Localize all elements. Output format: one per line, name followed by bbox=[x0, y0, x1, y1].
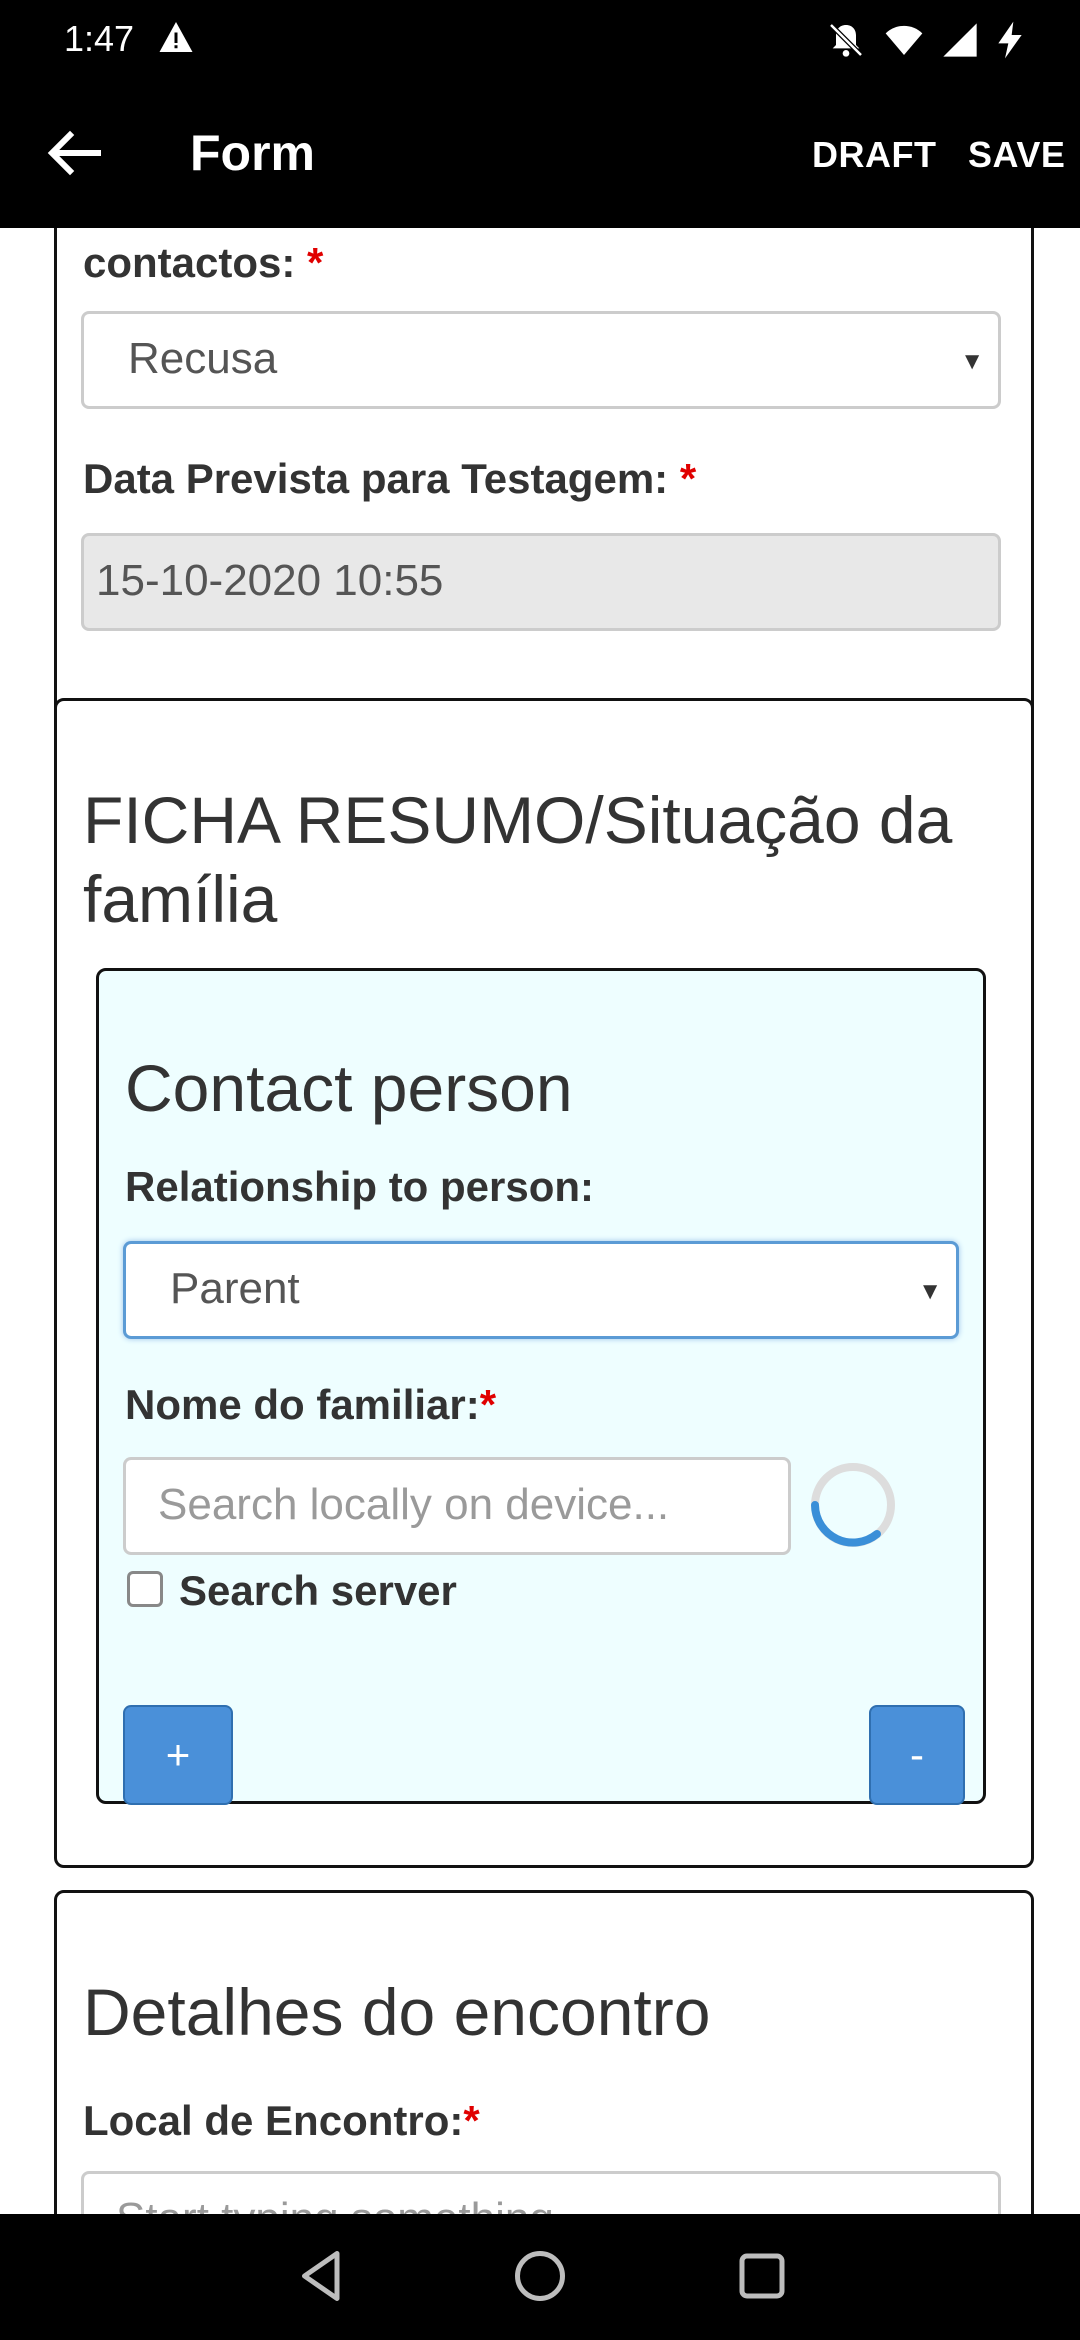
form-content[interactable]: contactos: * Recusa ▼ Data Prevista para… bbox=[0, 228, 1080, 2214]
relationship-select-value: Parent bbox=[170, 1264, 300, 1313]
contact-person-card: Contact person Relationship to person: P… bbox=[96, 968, 986, 1805]
save-button[interactable]: SAVE bbox=[968, 134, 1065, 176]
relationship-select[interactable]: Parent ▼ bbox=[123, 1241, 959, 1339]
wifi-icon bbox=[885, 25, 923, 55]
status-bar: 1:47 bbox=[0, 0, 1080, 78]
meeting-location-input[interactable]: Start typing something bbox=[81, 2171, 1001, 2214]
back-arrow-icon[interactable] bbox=[46, 128, 102, 178]
loading-spinner-icon bbox=[811, 1463, 895, 1547]
app-bar: Form DRAFT SAVE bbox=[0, 78, 1080, 228]
contacts-label: contactos: * bbox=[83, 239, 324, 286]
contacts-select[interactable]: Recusa ▼ bbox=[81, 311, 1001, 409]
signal-icon bbox=[943, 23, 977, 57]
draft-button[interactable]: DRAFT bbox=[812, 134, 936, 176]
add-contact-button[interactable]: + bbox=[123, 1705, 233, 1805]
nav-recents-icon[interactable] bbox=[732, 2246, 792, 2306]
meeting-details-card: Detalhes do encontro Local de Encontro:*… bbox=[54, 1890, 1034, 2214]
battery-charging-icon bbox=[998, 21, 1022, 59]
status-time: 1:47 bbox=[64, 18, 135, 59]
meeting-details-heading: Detalhes do encontro bbox=[83, 1975, 711, 2049]
family-name-label: Nome do familiar:* bbox=[125, 1381, 497, 1428]
contacts-select-value: Recusa bbox=[128, 334, 278, 383]
chevron-down-icon: ▼ bbox=[960, 348, 984, 375]
family-name-search-input[interactable]: Search locally on device... bbox=[123, 1457, 791, 1555]
chevron-down-icon: ▼ bbox=[918, 1278, 942, 1305]
search-server-checkbox[interactable] bbox=[127, 1571, 163, 1607]
nav-home-icon[interactable] bbox=[510, 2246, 570, 2306]
search-server-label: Search server bbox=[179, 1567, 457, 1614]
navigation-bar bbox=[0, 2214, 1080, 2340]
meeting-location-label: Local de Encontro:* bbox=[83, 2097, 480, 2144]
relationship-label: Relationship to person: bbox=[125, 1163, 595, 1210]
do-not-disturb-icon bbox=[829, 23, 863, 57]
test-date-field: 15-10-2020 10:55 bbox=[81, 533, 1001, 631]
contact-person-heading: Contact person bbox=[125, 1051, 573, 1125]
nav-back-icon[interactable] bbox=[292, 2246, 352, 2306]
family-summary-heading: FICHA RESUMO/Situação da família bbox=[83, 783, 953, 937]
warning-icon bbox=[159, 22, 193, 52]
page-title: Form bbox=[190, 125, 315, 181]
test-date-label: Data Prevista para Testagem: * bbox=[83, 455, 697, 502]
remove-contact-button[interactable]: - bbox=[869, 1705, 965, 1805]
